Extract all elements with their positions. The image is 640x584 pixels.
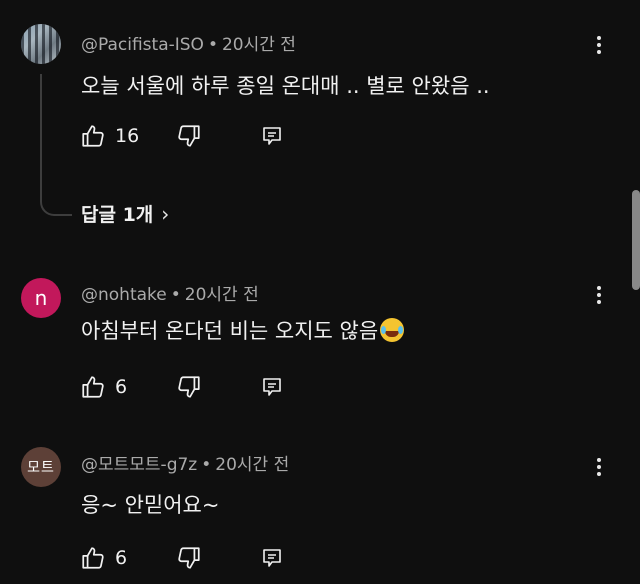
- avatar-initial: n: [34, 286, 48, 310]
- comment-item: 모트 @모트모트-g7z • 20시간 전 응~ 안믿어요~ 6: [0, 410, 640, 584]
- comment-time[interactable]: 20시간 전: [215, 455, 289, 475]
- more-vert-icon[interactable]: [589, 453, 609, 481]
- thumbs-down-icon: [178, 547, 200, 569]
- reply-icon: [263, 378, 281, 396]
- chevron-right-icon: ›: [161, 201, 170, 226]
- scrollbar[interactable]: [632, 190, 640, 290]
- like-count: 16: [115, 125, 140, 147]
- avatar[interactable]: 모트: [21, 447, 61, 487]
- comment-author[interactable]: @Pacifista-ISO: [81, 35, 204, 55]
- like-button[interactable]: 6: [80, 372, 127, 402]
- more-vert-icon[interactable]: [589, 281, 609, 309]
- meta-separator: •: [170, 285, 181, 305]
- comment-text: 응~ 안믿어요~: [81, 493, 220, 517]
- thumbs-up-icon: [82, 125, 104, 147]
- dislike-button[interactable]: [176, 543, 202, 573]
- reply-icon: [263, 127, 281, 145]
- comment-text-content: 아침부터 온다던 비는 오지도 않음: [81, 319, 379, 343]
- comment-meta: @nohtake • 20시간 전: [81, 280, 259, 305]
- comment-item: @Pacifista-ISO • 20시간 전 오늘 서울에 하루 종일 온대매 .…: [0, 0, 640, 240]
- laughing-emoji-icon: [380, 318, 405, 342]
- comment-time[interactable]: 20시간 전: [222, 35, 296, 55]
- comment-text: 아침부터 온다던 비는 오지도 않음: [81, 315, 405, 345]
- comment-author[interactable]: @모트모트-g7z: [81, 455, 197, 475]
- dislike-button[interactable]: [176, 372, 202, 402]
- thumbs-up-icon: [82, 547, 104, 569]
- comment-meta: @Pacifista-ISO • 20시간 전: [81, 30, 296, 55]
- comment-time[interactable]: 20시간 전: [185, 285, 259, 305]
- thread-connector: [40, 74, 72, 216]
- comment-author[interactable]: @nohtake: [81, 285, 167, 305]
- thumbs-down-icon: [178, 376, 200, 398]
- avatar[interactable]: [21, 24, 61, 64]
- reply-button[interactable]: [260, 372, 284, 402]
- reply-button[interactable]: [260, 121, 284, 151]
- reply-button[interactable]: [260, 543, 284, 573]
- like-button[interactable]: 6: [80, 543, 127, 573]
- like-button[interactable]: 16: [80, 121, 139, 151]
- like-count: 6: [115, 376, 128, 398]
- meta-separator: •: [207, 35, 218, 55]
- comment-item: n @nohtake • 20시간 전 아침부터 온다던 비는 오지도 않음 6: [0, 240, 640, 410]
- comment-meta: @모트모트-g7z • 20시간 전: [81, 450, 289, 475]
- more-vert-icon[interactable]: [589, 31, 609, 59]
- reply-icon: [263, 549, 281, 567]
- avatar[interactable]: n: [21, 278, 61, 318]
- like-count: 6: [115, 547, 128, 569]
- thumbs-up-icon: [82, 376, 104, 398]
- avatar-initial: 모트: [27, 460, 55, 476]
- replies-toggle[interactable]: 답글 1개 ›: [81, 200, 169, 227]
- meta-separator: •: [201, 455, 212, 475]
- replies-label: 답글 1개: [81, 204, 154, 226]
- dislike-button[interactable]: [176, 121, 202, 151]
- thumbs-down-icon: [178, 125, 200, 147]
- comment-text: 오늘 서울에 하루 종일 온대매 .. 별로 안왔음 ..: [81, 74, 490, 98]
